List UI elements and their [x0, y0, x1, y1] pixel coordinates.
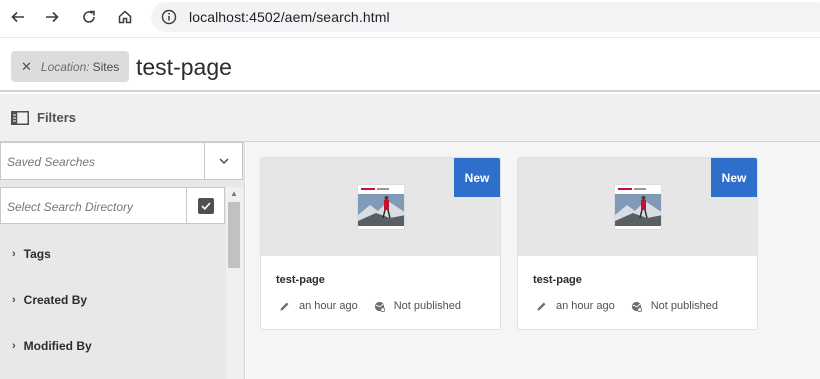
card-thumbnail[interactable]: New: [261, 158, 500, 256]
card-title[interactable]: test-page: [533, 274, 582, 286]
globe-unpublished-icon: [374, 301, 385, 312]
search-header: ✕ Location: Sites test-page: [0, 37, 820, 92]
chevron-right-icon: ›: [12, 340, 16, 352]
reload-button[interactable]: [76, 5, 102, 29]
card-meta: an hour ago Not published: [536, 300, 718, 312]
address-bar[interactable]: localhost:4502/aem/search.html: [151, 2, 820, 32]
checkbox-icon: [197, 197, 214, 214]
forward-button[interactable]: [39, 5, 65, 29]
page-thumbnail-image: [357, 184, 405, 230]
filters-label: Filters: [37, 110, 77, 125]
modified-time: an hour ago: [299, 300, 358, 312]
url-text: localhost:4502/aem/search.html: [189, 9, 390, 25]
scroll-up-icon[interactable]: ▲: [230, 189, 238, 198]
facet-label: Modified By: [23, 339, 92, 353]
close-icon[interactable]: ✕: [21, 59, 32, 75]
search-query-input[interactable]: test-page: [136, 54, 232, 81]
pencil-icon: [280, 302, 289, 311]
card-thumbnail[interactable]: New: [518, 158, 757, 256]
chevron-down-icon: [218, 158, 229, 164]
browser-toolbar: localhost:4502/aem/search.html: [0, 0, 820, 36]
facet-label: Tags: [23, 247, 51, 261]
result-card[interactable]: New test-page an hour ago Not published: [260, 157, 501, 330]
globe-unpublished-icon: [631, 301, 642, 312]
card-title[interactable]: test-page: [276, 274, 325, 286]
facet-modified-by[interactable]: › Modified By: [12, 339, 92, 353]
results-area: New test-page an hour ago Not published: [246, 142, 820, 379]
scrollbar-thumb[interactable]: [228, 202, 240, 268]
new-badge: New: [711, 158, 757, 197]
rail-toggle-icon: [11, 111, 29, 125]
saved-searches-dropdown-button[interactable]: [204, 143, 242, 179]
search-directory-placeholder: Select Search Directory: [7, 200, 134, 214]
arrow-left-icon: [11, 11, 24, 23]
location-tag[interactable]: ✕ Location: Sites: [11, 51, 130, 82]
location-key: Location:: [40, 59, 90, 74]
saved-searches-placeholder: Saved Searches: [7, 155, 96, 169]
new-badge: New: [454, 158, 500, 197]
home-button[interactable]: [112, 5, 138, 29]
publish-status: Not published: [650, 300, 718, 312]
chevron-right-icon: ›: [12, 248, 16, 260]
page-thumbnail-image: [614, 184, 662, 230]
search-directory-field[interactable]: Select Search Directory: [0, 187, 225, 224]
chevron-right-icon: ›: [12, 294, 16, 306]
result-card[interactable]: New test-page an hour ago Not published: [517, 157, 758, 330]
facet-tags[interactable]: › Tags: [12, 247, 51, 261]
filters-toggle[interactable]: Filters: [0, 94, 820, 142]
rail-scrollbar[interactable]: ▲: [226, 187, 243, 379]
home-icon: [118, 10, 132, 24]
pencil-icon: [537, 302, 546, 311]
filter-rail: Saved Searches Select Search Directory ▲…: [0, 142, 245, 379]
modified-time: an hour ago: [556, 300, 615, 312]
facet-label: Created By: [23, 293, 88, 307]
arrow-right-icon: [46, 11, 59, 23]
card-meta: an hour ago Not published: [279, 300, 461, 312]
reload-icon: [83, 10, 95, 23]
publish-status: Not published: [393, 300, 461, 312]
back-button[interactable]: [5, 5, 31, 29]
info-icon[interactable]: [161, 9, 177, 25]
location-value: Sites: [92, 59, 120, 74]
select-directory-button[interactable]: [186, 188, 224, 223]
facet-created-by[interactable]: › Created By: [12, 293, 87, 307]
saved-searches-select[interactable]: Saved Searches: [0, 142, 243, 180]
